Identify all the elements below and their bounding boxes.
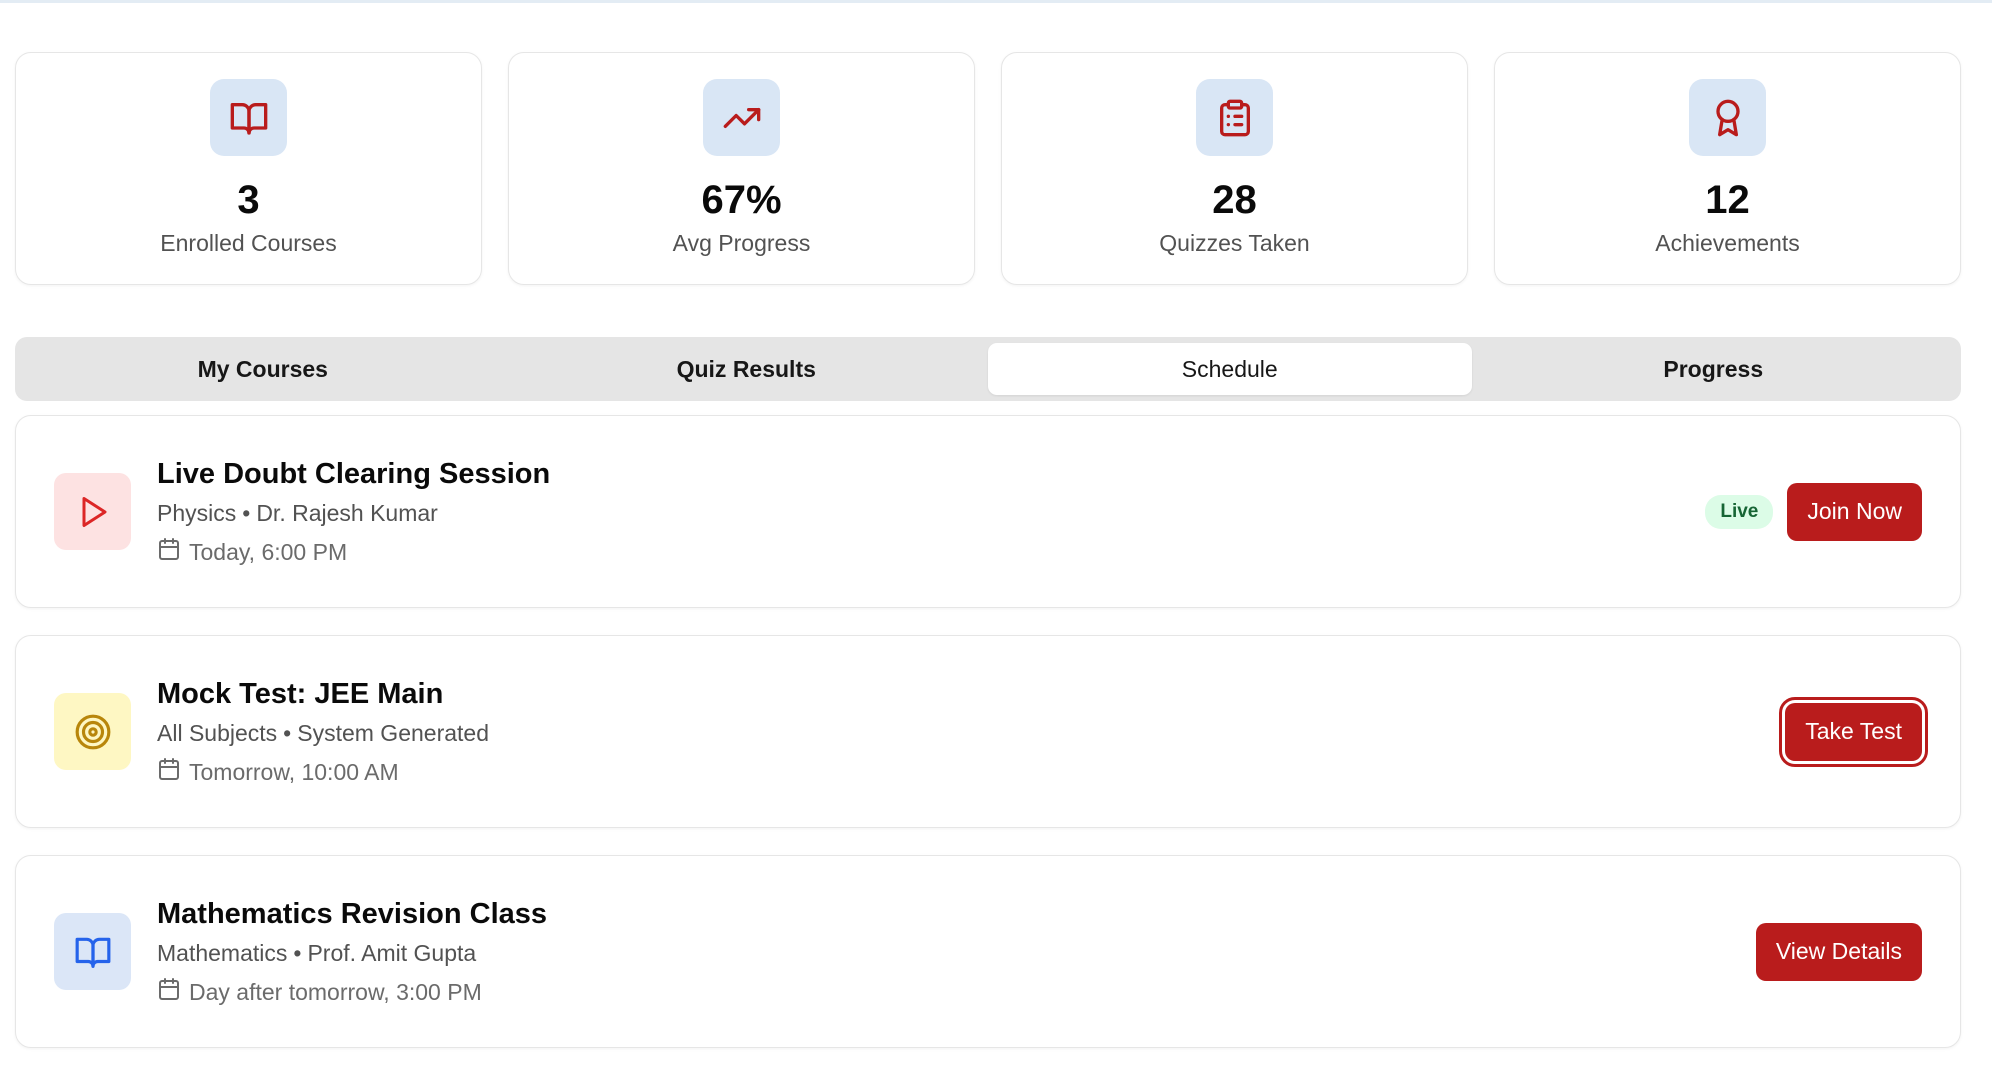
- trending-up-icon: [703, 79, 780, 156]
- schedule-item: Mock Test: JEE Main All Subjects • System …: [15, 635, 1961, 828]
- schedule-item-time-row: Today, 6:00 PM: [157, 537, 550, 568]
- schedule-item-instructor: System Generated: [297, 719, 489, 746]
- stat-value: 28: [1212, 178, 1257, 222]
- calendar-icon: [157, 757, 181, 788]
- schedule-item-time: Tomorrow, 10:00 AM: [189, 759, 399, 785]
- top-divider: [0, 0, 1992, 3]
- tab-progress[interactable]: Progress: [1472, 343, 1956, 395]
- tab-schedule[interactable]: Schedule: [988, 343, 1472, 395]
- calendar-icon: [157, 977, 181, 1008]
- schedule-item-title: Mock Test: JEE Main: [157, 677, 444, 710]
- schedule-item-time: Today, 6:00 PM: [189, 539, 348, 565]
- target-icon: [54, 693, 131, 770]
- play-icon: [54, 473, 131, 550]
- schedule-item: Live Doubt Clearing Session Physics • Dr. …: [15, 415, 1961, 608]
- schedule-item-actions: Take Test: [1779, 696, 1928, 767]
- stat-value: 67%: [701, 178, 782, 222]
- clipboard-list-icon: [1196, 79, 1273, 156]
- schedule-item-subject: All Subjects: [157, 719, 278, 746]
- schedule-item-subject: Physics: [157, 499, 237, 526]
- calendar-icon: [157, 537, 181, 568]
- schedule-item-info: Live Doubt Clearing Session Physics • Dr. …: [157, 456, 550, 568]
- stat-card-quizzes-taken: 28 Quizzes Taken: [1001, 52, 1468, 285]
- meta-separator: •: [283, 719, 292, 746]
- schedule-item-title: Mathematics Revision Class: [157, 897, 548, 930]
- schedule-item-time: Day after tomorrow, 3:00 PM: [189, 979, 482, 1005]
- dashboard: 3 Enrolled Courses 67% Avg Progress 28 Q…: [15, 52, 1961, 1048]
- take-test-button[interactable]: Take Test: [1779, 696, 1928, 767]
- schedule-item-meta: Mathematics • Prof. Amit Gupta: [157, 938, 547, 968]
- stat-card-avg-progress: 67% Avg Progress: [508, 52, 975, 285]
- schedule-item-title: Live Doubt Clearing Session: [157, 457, 551, 490]
- tab-bar: My Courses Quiz Results Schedule Progres…: [15, 337, 1961, 401]
- schedule-item-info: Mathematics Revision Class Mathematics • P…: [157, 896, 547, 1008]
- live-badge: Live: [1705, 494, 1774, 529]
- stat-label: Avg Progress: [672, 230, 811, 256]
- stat-card-enrolled-courses: 3 Enrolled Courses: [15, 52, 482, 285]
- schedule-item-instructor: Dr. Rajesh Kumar: [256, 499, 438, 526]
- schedule-list: Live Doubt Clearing Session Physics • Dr. …: [15, 415, 1961, 1048]
- book-open-icon: [210, 79, 287, 156]
- award-icon: [1689, 79, 1766, 156]
- schedule-item-time-row: Day after tomorrow, 3:00 PM: [157, 977, 547, 1008]
- meta-separator: •: [242, 499, 251, 526]
- schedule-item-info: Mock Test: JEE Main All Subjects • System …: [157, 676, 489, 788]
- join-now-button[interactable]: Join Now: [1787, 482, 1922, 541]
- schedule-item-meta: All Subjects • System Generated: [157, 718, 489, 748]
- tab-quiz-results[interactable]: Quiz Results: [505, 343, 989, 395]
- stat-value: 12: [1705, 178, 1750, 222]
- tab-my-courses[interactable]: My Courses: [21, 343, 505, 395]
- schedule-item-time-row: Tomorrow, 10:00 AM: [157, 757, 489, 788]
- schedule-item-actions: View Details: [1755, 922, 1922, 981]
- meta-separator: •: [293, 939, 302, 966]
- book-open-icon: [54, 913, 131, 990]
- stats-row: 3 Enrolled Courses 67% Avg Progress 28 Q…: [15, 52, 1961, 285]
- stat-label: Achievements: [1655, 230, 1800, 256]
- stat-card-achievements: 12 Achievements: [1494, 52, 1961, 285]
- schedule-item-actions: Live Join Now: [1705, 482, 1922, 541]
- stat-label: Quizzes Taken: [1159, 230, 1310, 256]
- schedule-item-subject: Mathematics: [157, 939, 288, 966]
- schedule-item-meta: Physics • Dr. Rajesh Kumar: [157, 498, 550, 528]
- schedule-item-instructor: Prof. Amit Gupta: [307, 939, 477, 966]
- stat-value: 3: [237, 178, 260, 222]
- view-details-button[interactable]: View Details: [1755, 922, 1922, 981]
- schedule-item: Mathematics Revision Class Mathematics • P…: [15, 855, 1961, 1048]
- stat-label: Enrolled Courses: [160, 230, 337, 256]
